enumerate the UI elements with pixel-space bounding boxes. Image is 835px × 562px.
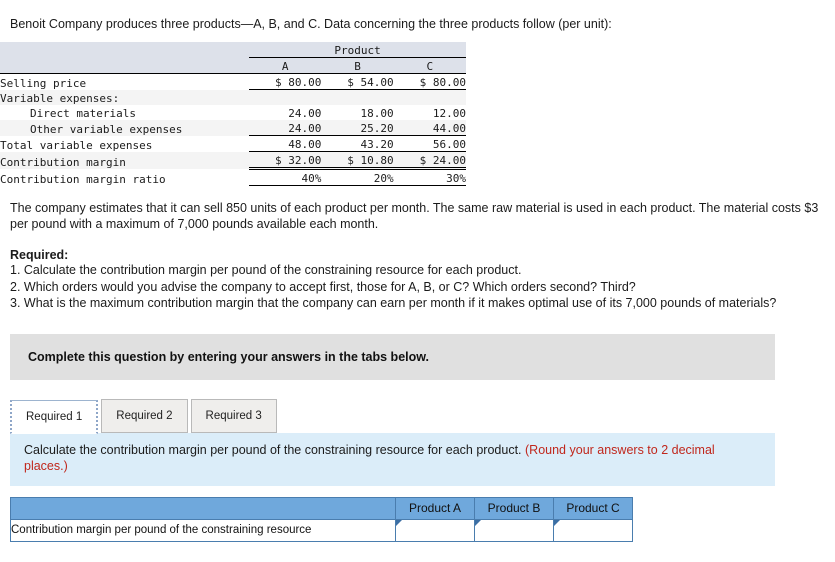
cell-marker-icon: [475, 519, 481, 526]
column-header-a: A: [249, 57, 322, 74]
table-group-header-row: Product: [0, 42, 466, 58]
cell-direct-materials-b: 18.00: [360, 107, 394, 120]
instruction-panel: Calculate the contribution margin per po…: [10, 432, 775, 486]
row-label-variable-expenses: Variable expenses:: [0, 92, 120, 105]
cell-other-variable-c: 44.00: [393, 120, 466, 136]
tab-required-1[interactable]: Required 1: [10, 399, 99, 434]
answer-table-wrapper: Product A Product B Product C Contributi…: [10, 496, 835, 542]
group-header-product: Product: [249, 42, 466, 58]
instruction-main-text: Calculate the contribution margin per po…: [24, 442, 522, 457]
row-label-total-variable: Total variable expenses: [0, 138, 153, 152]
row-label-selling-price: Selling price: [0, 76, 87, 90]
answer-header-row: Product A Product B Product C: [10, 496, 633, 520]
column-header-b: B: [321, 57, 394, 74]
tab-required-2-label: Required 2: [116, 409, 173, 422]
answer-header-product-b: Product B: [474, 496, 554, 520]
cell-cm-ratio-b: 20%: [321, 168, 394, 186]
cell-contribution-margin-b: $ 10.80: [321, 151, 394, 170]
required-item-3: 3. What is the maximum contribution marg…: [10, 296, 777, 310]
table-column-header-row: A B C: [0, 57, 466, 74]
cell-selling-price-b: $ 54.00: [321, 73, 394, 90]
answer-table: Product A Product B Product C Contributi…: [10, 496, 633, 542]
cell-direct-materials-a: 24.00: [288, 107, 322, 120]
tab-required-3[interactable]: Required 3: [190, 398, 277, 433]
required-item-1: 1. Calculate the contribution margin per…: [10, 263, 522, 277]
cell-cm-ratio-c: 30%: [393, 168, 466, 186]
answer-cell-product-b[interactable]: [474, 518, 554, 542]
column-header-spacer: [0, 57, 250, 74]
answer-header-blank: [10, 496, 396, 520]
intro-paragraph: Benoit Company produces three products—A…: [10, 17, 612, 31]
table-row: Direct materials 24.00 18.00 12.00: [0, 105, 466, 120]
required-item-2: 2. Which orders would you advise the com…: [10, 279, 636, 294]
cell-selling-price-c: $ 80.00: [393, 73, 466, 90]
cell-cm-ratio-a: 40%: [249, 168, 322, 186]
cell-total-variable-c: 56.00: [393, 135, 466, 152]
table-row: Selling price $ 80.00 $ 54.00 $ 80.00: [0, 73, 466, 90]
cell-other-variable-a: 24.00: [249, 120, 322, 136]
tab-required-3-label: Required 3: [205, 409, 262, 422]
requirement-tabs: Required 1 Required 2 Required 3: [10, 397, 835, 434]
cell-other-variable-b: 25.20: [321, 120, 394, 136]
body-paragraph: The company estimates that it can sell 8…: [10, 201, 819, 231]
cell-direct-materials-c: 12.00: [432, 107, 466, 120]
cell-variable-expenses-b: [321, 90, 393, 106]
table-row: Contribution margin ratio 40% 20% 30%: [0, 168, 466, 186]
complete-question-banner: Complete this question by entering your …: [10, 333, 775, 380]
answer-input-product-a[interactable]: [396, 519, 474, 541]
table-row: Contribution margin $ 32.00 $ 10.80 $ 24…: [0, 151, 466, 170]
row-label-direct-materials: Direct materials: [30, 107, 136, 120]
required-heading: Required:: [10, 248, 69, 262]
table-row: Variable expenses:: [0, 89, 466, 106]
cell-variable-expenses-a: [249, 90, 321, 106]
table-row: Other variable expenses 24.00 25.20 44.0…: [0, 120, 466, 136]
cell-contribution-margin-a: $ 32.00: [249, 151, 322, 170]
cell-contribution-margin-c: $ 24.00: [393, 151, 466, 170]
row-label-other-variable: Other variable expenses: [30, 122, 183, 136]
answer-cell-product-a[interactable]: [395, 518, 475, 542]
answer-input-product-c[interactable]: [554, 519, 632, 541]
tab-required-2[interactable]: Required 2: [101, 398, 188, 433]
row-label-cm-ratio: Contribution margin ratio: [0, 172, 166, 186]
answer-header-product-a: Product A: [395, 496, 475, 520]
answer-row-label: Contribution margin per pound of the con…: [10, 518, 396, 542]
row-label-contribution-margin: Contribution margin: [0, 155, 126, 169]
cell-selling-price-a: $ 80.00: [249, 73, 322, 90]
answer-header-product-c: Product C: [553, 496, 633, 520]
complete-question-text: Complete this question by entering your …: [28, 349, 429, 364]
answer-cell-product-c[interactable]: [553, 518, 633, 542]
cell-total-variable-b: 43.20: [321, 135, 394, 152]
table-row: Total variable expenses 48.00 43.20 56.0…: [0, 135, 466, 152]
group-header-spacer: [0, 42, 250, 58]
given-data-table: Product A B C Selling price $ 80.00 $ 54…: [0, 42, 466, 186]
cell-total-variable-a: 48.00: [249, 135, 322, 152]
cell-marker-icon: [554, 519, 560, 526]
cell-marker-icon: [396, 519, 402, 526]
cell-variable-expenses-c: [394, 90, 466, 106]
column-header-c: C: [393, 57, 466, 74]
answer-row: Contribution margin per pound of the con…: [10, 518, 633, 542]
tab-required-1-label: Required 1: [26, 410, 83, 423]
answer-input-product-b[interactable]: [475, 519, 553, 541]
given-data-table-wrapper: Product A B C Selling price $ 80.00 $ 54…: [0, 42, 835, 186]
question-page: Benoit Company produces three products—A…: [0, 0, 835, 542]
